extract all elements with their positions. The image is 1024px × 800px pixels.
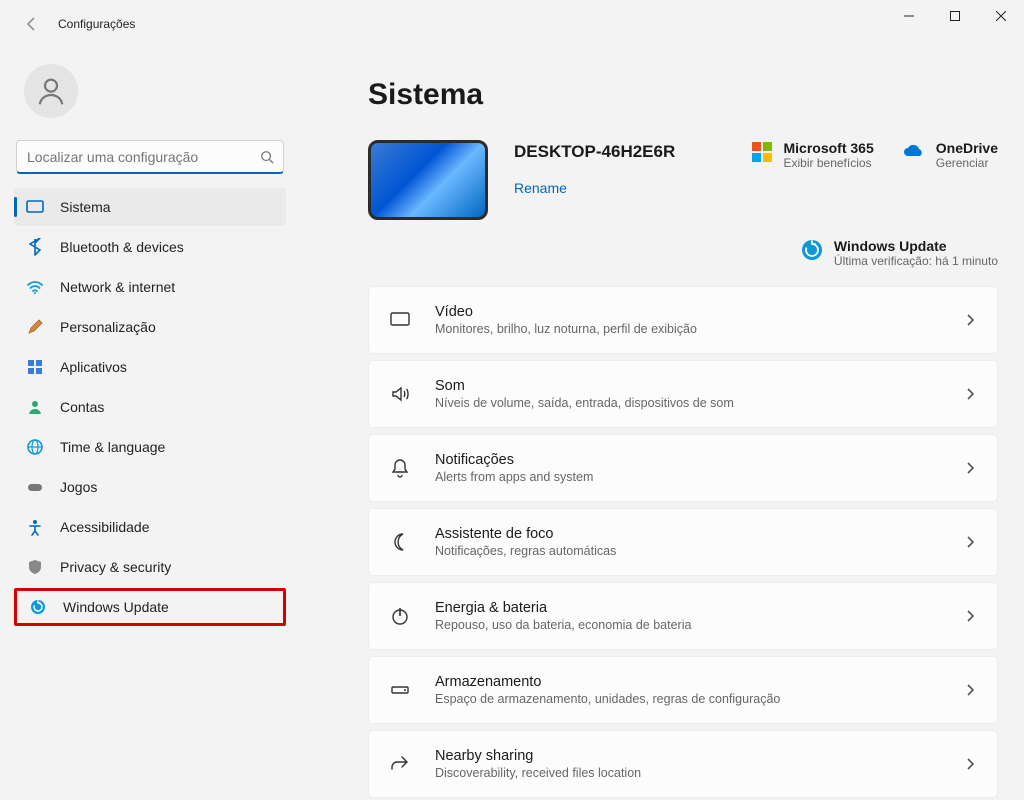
chevron-right-icon	[963, 609, 977, 623]
title-bar: Configurações	[0, 0, 1024, 48]
gamepad-icon	[26, 478, 44, 496]
update-icon	[29, 598, 47, 616]
sidebar-item-label: Windows Update	[63, 599, 169, 615]
display-icon	[389, 309, 411, 331]
card-subtitle: Alerts from apps and system	[435, 470, 593, 484]
window-title: Configurações	[58, 17, 135, 31]
rename-link[interactable]: Rename	[514, 180, 675, 196]
tile-onedrive[interactable]: OneDrive Gerenciar	[902, 140, 998, 170]
sidebar-item-label: Aplicativos	[60, 359, 127, 375]
update-icon	[800, 238, 824, 262]
back-button[interactable]	[24, 16, 40, 32]
tile-title: Windows Update	[834, 238, 998, 254]
card-title: Vídeo	[435, 304, 697, 320]
tile-subtitle: Última verificação: há 1 minuto	[834, 254, 998, 268]
sidebar-item-accessibility[interactable]: Acessibilidade	[14, 508, 286, 546]
chevron-right-icon	[963, 683, 977, 697]
sidebar-item-bluetooth[interactable]: Bluetooth & devices	[14, 228, 286, 266]
chevron-right-icon	[963, 535, 977, 549]
sidebar-item-personalization[interactable]: Personalização	[14, 308, 286, 346]
sidebar-item-gaming[interactable]: Jogos	[14, 468, 286, 506]
sidebar-item-windows-update[interactable]: Windows Update	[14, 588, 286, 626]
sidebar: Sistema Bluetooth & devices Network & in…	[0, 48, 300, 800]
device-name: DESKTOP-46H2E6R	[514, 142, 675, 162]
card-subtitle: Repouso, uso da bateria, economia de bat…	[435, 618, 691, 632]
sidebar-item-label: Time & language	[60, 439, 165, 455]
user-avatar[interactable]	[24, 64, 78, 118]
sidebar-item-label: Jogos	[60, 479, 97, 495]
card-notifications[interactable]: Notificações Alerts from apps and system	[368, 434, 998, 502]
card-subtitle: Níveis de volume, saída, entrada, dispos…	[435, 396, 734, 410]
device-thumbnail	[368, 140, 488, 220]
sidebar-item-apps[interactable]: Aplicativos	[14, 348, 286, 386]
sidebar-item-label: Contas	[60, 399, 104, 415]
tile-subtitle: Gerenciar	[936, 156, 998, 170]
card-title: Assistente de foco	[435, 526, 616, 542]
maximize-button[interactable]	[932, 0, 978, 32]
card-sound[interactable]: Som Níveis de volume, saída, entrada, dis…	[368, 360, 998, 428]
page-heading: Sistema	[368, 78, 998, 112]
search-input[interactable]	[16, 140, 284, 174]
person-icon	[26, 398, 44, 416]
close-button[interactable]	[978, 0, 1024, 32]
tile-windows-update[interactable]: Windows Update Última verificação: há 1 …	[800, 238, 998, 268]
card-storage[interactable]: Armazenamento Espaço de armazenamento, un…	[368, 656, 998, 724]
card-title: Armazenamento	[435, 674, 780, 690]
card-title: Som	[435, 378, 734, 394]
wifi-icon	[26, 278, 44, 296]
speaker-icon	[389, 383, 411, 405]
card-title: Nearby sharing	[435, 748, 641, 764]
tile-title: OneDrive	[936, 140, 998, 156]
card-power-battery[interactable]: Energia & bateria Repouso, uso da bateria…	[368, 582, 998, 650]
tile-subtitle: Exibir benefícios	[784, 156, 874, 170]
sidebar-item-label: Personalização	[60, 319, 156, 335]
chevron-right-icon	[963, 387, 977, 401]
card-nearby-sharing[interactable]: Nearby sharing Discoverability, received …	[368, 730, 998, 798]
onedrive-icon	[902, 140, 926, 164]
sidebar-item-label: Bluetooth & devices	[60, 239, 184, 255]
moon-icon	[389, 531, 411, 553]
sidebar-item-label: Network & internet	[60, 279, 175, 295]
bell-icon	[389, 457, 411, 479]
card-subtitle: Monitores, brilho, luz noturna, perfil d…	[435, 322, 697, 336]
system-icon	[26, 198, 44, 216]
search-icon	[260, 150, 274, 164]
sidebar-item-label: Acessibilidade	[60, 519, 150, 535]
sidebar-item-network[interactable]: Network & internet	[14, 268, 286, 306]
window-controls	[886, 0, 1024, 32]
shield-icon	[26, 558, 44, 576]
tile-title: Microsoft 365	[784, 140, 874, 156]
storage-icon	[389, 679, 411, 701]
brush-icon	[26, 318, 44, 336]
card-title: Energia & bateria	[435, 600, 691, 616]
search-box[interactable]	[16, 140, 284, 174]
main-content: Sistema DESKTOP-46H2E6R Rename Microsoft…	[300, 48, 1024, 800]
sidebar-item-privacy[interactable]: Privacy & security	[14, 548, 286, 586]
share-icon	[389, 753, 411, 775]
sidebar-item-time-language[interactable]: Time & language	[14, 428, 286, 466]
tile-microsoft365[interactable]: Microsoft 365 Exibir benefícios	[750, 140, 874, 170]
sidebar-item-label: Sistema	[60, 199, 111, 215]
bluetooth-icon	[26, 238, 44, 256]
card-subtitle: Discoverability, received files location	[435, 766, 641, 780]
card-subtitle: Espaço de armazenamento, unidades, regra…	[435, 692, 780, 706]
card-subtitle: Notificações, regras automáticas	[435, 544, 616, 558]
accessibility-icon	[26, 518, 44, 536]
sidebar-item-sistema[interactable]: Sistema	[14, 188, 286, 226]
card-video[interactable]: Vídeo Monitores, brilho, luz noturna, per…	[368, 286, 998, 354]
m365-icon	[750, 140, 774, 164]
globe-icon	[26, 438, 44, 456]
sidebar-item-label: Privacy & security	[60, 559, 171, 575]
chevron-right-icon	[963, 757, 977, 771]
card-focus-assist[interactable]: Assistente de foco Notificações, regras a…	[368, 508, 998, 576]
chevron-right-icon	[963, 461, 977, 475]
minimize-button[interactable]	[886, 0, 932, 32]
power-icon	[389, 605, 411, 627]
device-header: DESKTOP-46H2E6R Rename Microsoft 365 Exi…	[368, 140, 998, 220]
chevron-right-icon	[963, 313, 977, 327]
apps-icon	[26, 358, 44, 376]
card-title: Notificações	[435, 452, 593, 468]
sidebar-item-accounts[interactable]: Contas	[14, 388, 286, 426]
